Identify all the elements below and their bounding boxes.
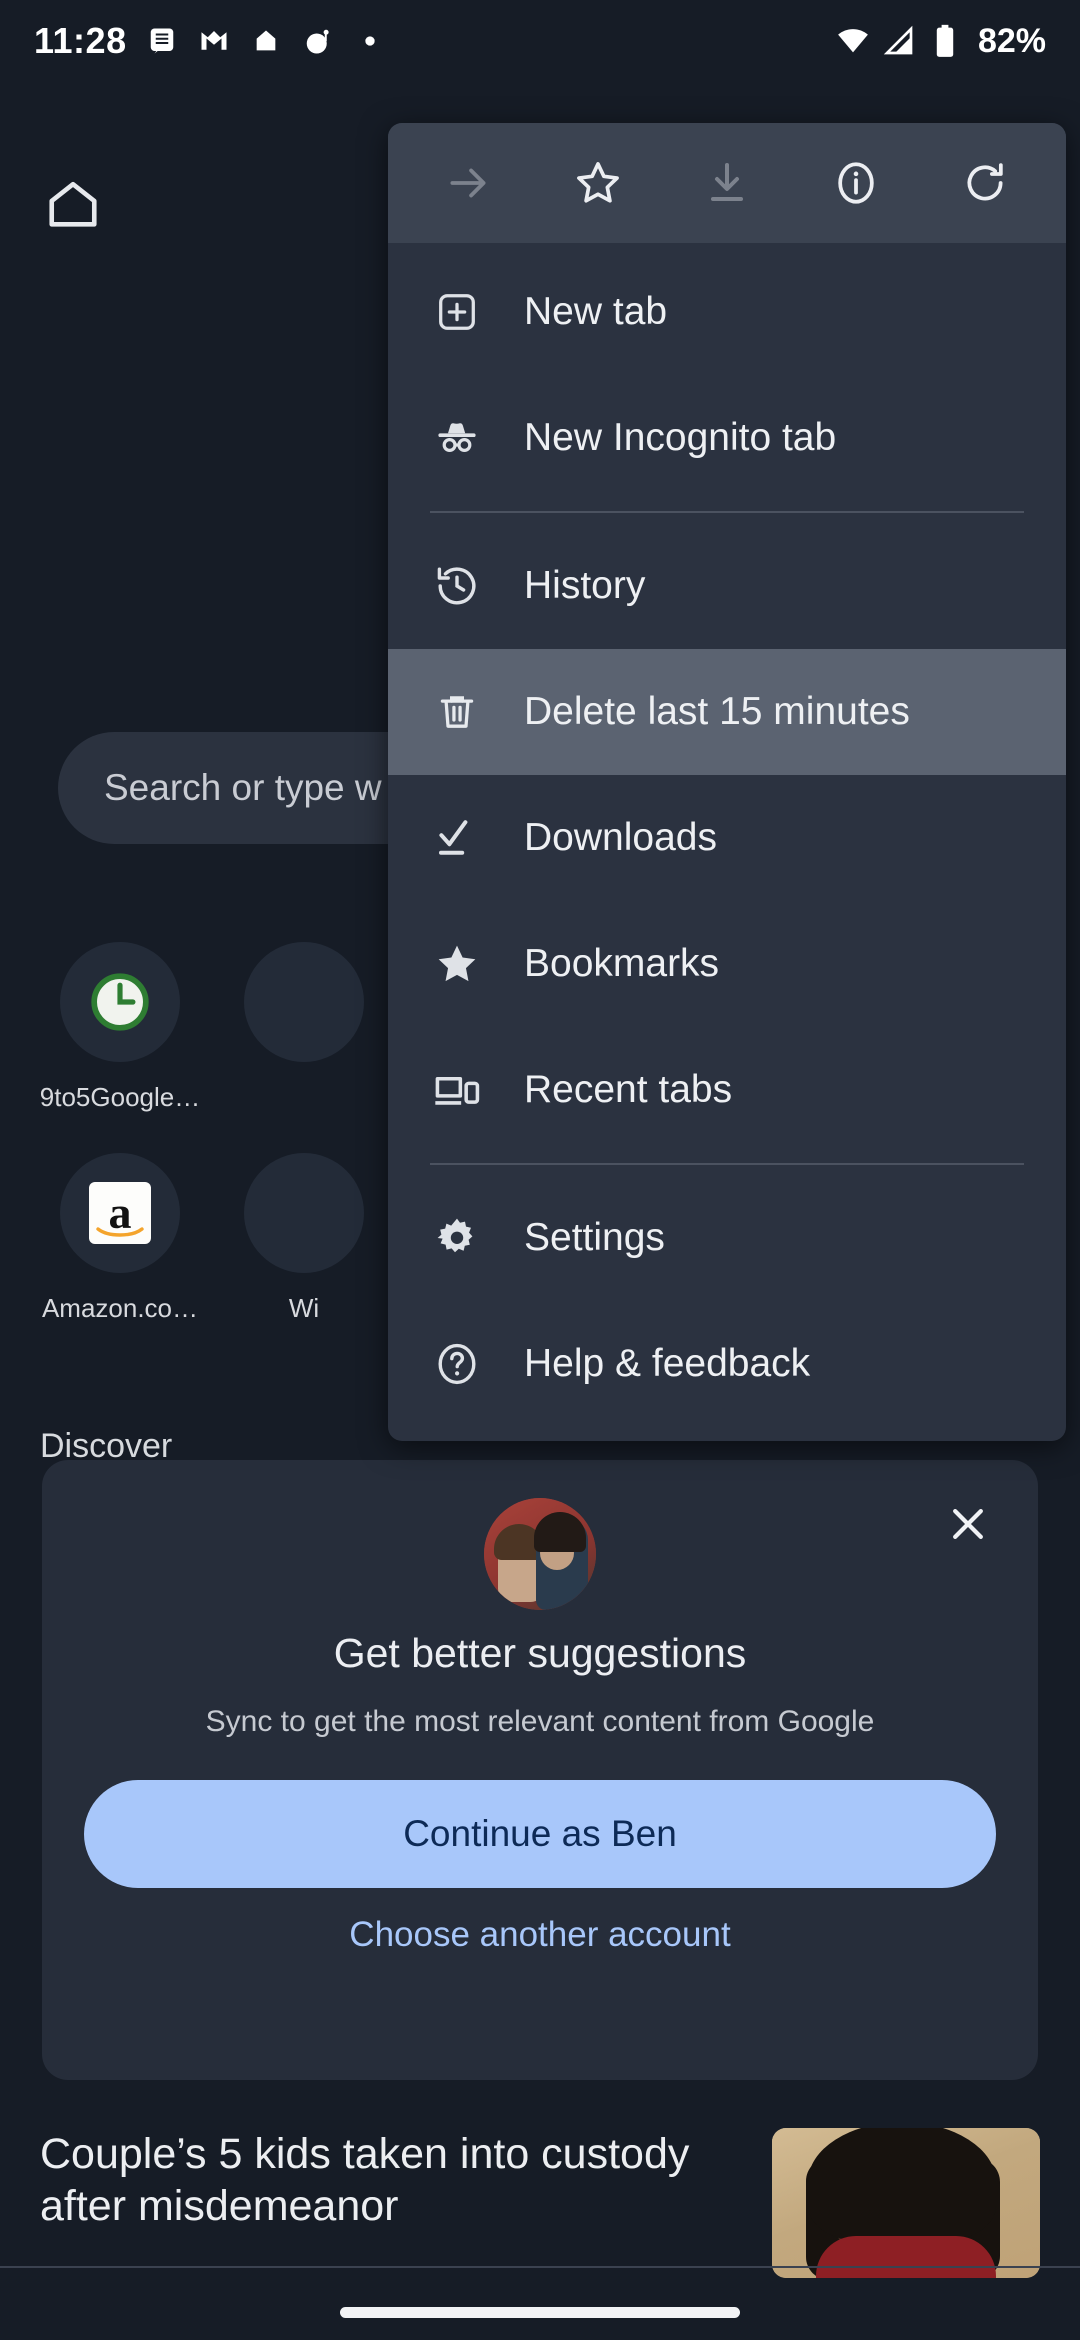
cellular-signal-icon: [882, 24, 916, 58]
menu-item-recent-tabs[interactable]: Recent tabs: [388, 1027, 1066, 1153]
discover-article[interactable]: Couple’s 5 kids taken into custody after…: [0, 2128, 1080, 2288]
nest-icon: [249, 24, 283, 58]
continue-as-button[interactable]: Continue as Ben: [84, 1780, 996, 1888]
tile-label: Wi: [288, 1293, 320, 1323]
clock-favicon: [60, 942, 180, 1062]
menu-item-label: Help & feedback: [524, 1342, 811, 1385]
menu-item-label: New Incognito tab: [524, 416, 837, 459]
tile-wikipedia[interactable]: Wi: [224, 1153, 384, 1324]
sync-promo-subtitle: Sync to get the most relevant content fr…: [205, 1705, 875, 1738]
download-icon[interactable]: [681, 137, 773, 229]
menu-item-new-tab[interactable]: New tab: [388, 249, 1066, 375]
menu-item-label: Settings: [524, 1216, 665, 1259]
phone-screen: 11:28 82% Search or type w 9to5Google… a…: [0, 0, 1080, 2340]
recent-tabs-icon: [430, 1063, 484, 1117]
sync-promo-title: Get better suggestions: [333, 1630, 747, 1676]
menu-item-new-incognito-tab[interactable]: New Incognito tab: [388, 375, 1066, 501]
wikipedia-favicon: [244, 1153, 364, 1273]
messages-icon: [145, 24, 179, 58]
menu-item-history[interactable]: History: [388, 523, 1066, 649]
menu-divider-1: [430, 511, 1024, 513]
menu-item-bookmarks[interactable]: Bookmarks: [388, 901, 1066, 1027]
dot-icon: [353, 24, 387, 58]
amazon-favicon: a: [60, 1153, 180, 1273]
menu-item-label: History: [524, 564, 646, 607]
news-thumbnail: [772, 2128, 1040, 2278]
tile-partial-2[interactable]: [224, 942, 384, 1113]
gear-icon: [430, 1211, 484, 1265]
gmail-icon: [197, 24, 231, 58]
info-circle-icon[interactable]: [810, 137, 902, 229]
incognito-icon: [430, 411, 484, 465]
menu-item-label: New tab: [524, 290, 668, 333]
star-icon[interactable]: [552, 137, 644, 229]
tile-amazon[interactable]: a Amazon.co…: [40, 1153, 200, 1324]
menu-item-label: Recent tabs: [524, 1068, 733, 1111]
sync-promo-card: Get better suggestions Sync to get the m…: [42, 1460, 1038, 2080]
trash-icon: [430, 685, 484, 739]
menu-item-downloads[interactable]: Downloads: [388, 775, 1066, 901]
tile-9to5google[interactable]: 9to5Google…: [40, 942, 200, 1113]
menu-divider-2: [430, 1163, 1024, 1165]
tile-label: 9to5Google…: [39, 1082, 201, 1112]
downloads-check-icon: [430, 811, 484, 865]
menu-item-label: Bookmarks: [524, 942, 720, 985]
wifi-icon: [836, 24, 870, 58]
navigation-separator: [0, 2266, 1080, 2268]
menu-item-label: Downloads: [524, 816, 717, 859]
account-avatar: [484, 1498, 596, 1610]
star-filled-icon: [430, 937, 484, 991]
chrome-app-menu: New tab New Incognito tab History Delete…: [388, 123, 1066, 1441]
new-tab-icon: [430, 285, 484, 339]
menu-item-settings[interactable]: Settings: [388, 1175, 1066, 1301]
history-icon: [430, 559, 484, 613]
article-title: Couple’s 5 kids taken into custody after…: [40, 2130, 690, 2231]
battery-icon: [928, 24, 962, 58]
home-icon[interactable]: [30, 162, 116, 248]
status-bar: 11:28 82%: [0, 0, 1080, 82]
tile-label: Amazon.co…: [41, 1293, 199, 1323]
status-bar-clock: 11:28: [34, 20, 127, 61]
reddit-icon: [301, 24, 335, 58]
menu-item-help-and-feedback[interactable]: Help & feedback: [388, 1301, 1066, 1427]
status-bar-left: 11:28: [34, 20, 387, 62]
app-menu-list: New tab New Incognito tab History Delete…: [388, 243, 1066, 1441]
app-menu-toolbar: [388, 123, 1066, 243]
tile-favicon-hidden: [244, 942, 364, 1062]
help-circle-icon: [430, 1337, 484, 1391]
menu-item-label: Delete last 15 minutes: [524, 690, 910, 733]
close-icon[interactable]: [938, 1494, 998, 1554]
menu-item-delete-last-15-minutes[interactable]: Delete last 15 minutes: [388, 649, 1066, 775]
battery-percentage: 82%: [977, 21, 1046, 60]
gesture-navigation-bar[interactable]: [340, 2307, 740, 2318]
forward-arrow-icon[interactable]: [423, 137, 515, 229]
reload-icon[interactable]: [939, 137, 1031, 229]
status-bar-right: 82%: [836, 22, 1046, 61]
search-placeholder: Search or type w: [104, 767, 382, 808]
choose-another-account-link[interactable]: Choose another account: [42, 1915, 1038, 1955]
